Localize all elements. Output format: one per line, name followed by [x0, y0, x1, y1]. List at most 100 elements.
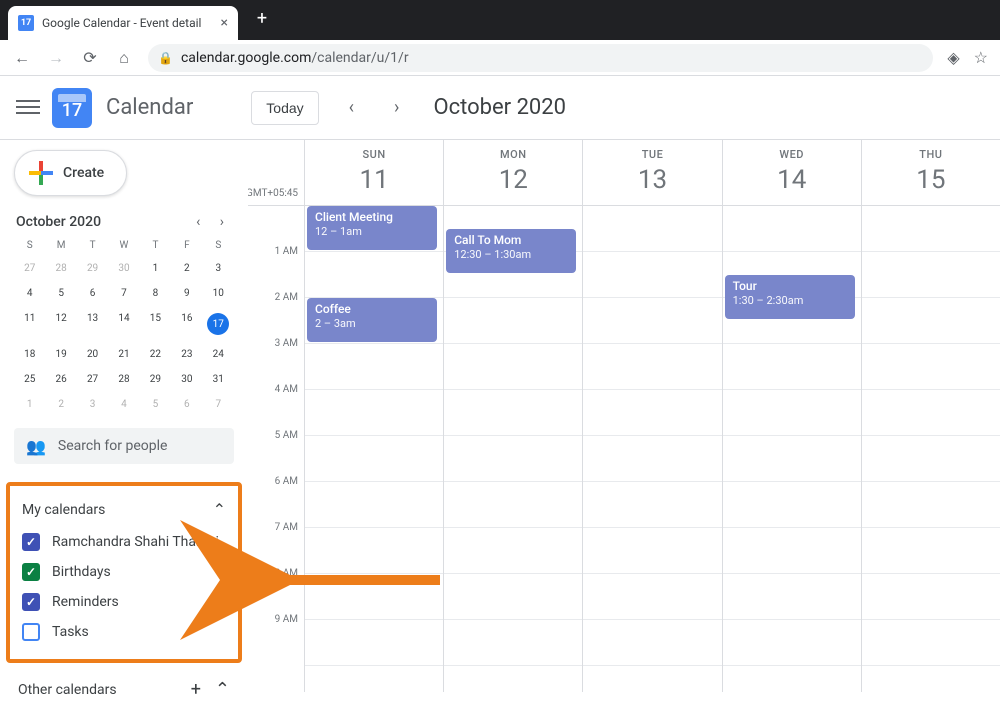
calendar-event[interactable]: Call To Mom12:30 – 1:30am: [446, 229, 576, 273]
day-header[interactable]: SUN11: [304, 140, 443, 205]
mini-day[interactable]: 29: [140, 368, 171, 391]
calendar-checkbox[interactable]: [22, 593, 40, 611]
mini-next-icon[interactable]: ›: [212, 210, 232, 234]
day-header[interactable]: THU15: [861, 140, 1000, 205]
search-people-input[interactable]: 👥 Search for people: [14, 428, 234, 464]
mini-day[interactable]: 5: [45, 282, 76, 305]
mini-day[interactable]: 8: [140, 282, 171, 305]
star-icon[interactable]: ☆: [974, 48, 988, 67]
day-number: 12: [444, 165, 582, 195]
new-tab-button[interactable]: +: [248, 4, 276, 32]
mini-day[interactable]: 15: [140, 307, 171, 341]
calendar-item[interactable]: Reminders: [18, 587, 230, 617]
mini-calendar-title: October 2020: [16, 214, 101, 230]
calendar-checkbox[interactable]: [22, 563, 40, 581]
mini-day[interactable]: 17: [203, 307, 234, 341]
hour-label: 5 AM: [248, 430, 304, 476]
mini-day[interactable]: 21: [108, 343, 139, 366]
mini-day[interactable]: 30: [171, 368, 202, 391]
day-column[interactable]: Call To Mom12:30 – 1:30am: [443, 206, 582, 692]
mini-day[interactable]: 18: [14, 343, 45, 366]
mini-day[interactable]: 2: [45, 393, 76, 416]
mini-day[interactable]: 14: [108, 307, 139, 341]
mini-day[interactable]: 25: [14, 368, 45, 391]
day-column[interactable]: Client Meeting12 – 1am Coffee2 – 3am: [304, 206, 443, 692]
mini-dow: W: [108, 236, 139, 255]
mini-day[interactable]: 7: [108, 282, 139, 305]
my-calendars-toggle[interactable]: My calendars ⌃: [18, 496, 230, 527]
mini-day[interactable]: 4: [108, 393, 139, 416]
day-number: 14: [723, 165, 861, 195]
today-button[interactable]: Today: [251, 91, 318, 125]
day-column[interactable]: [582, 206, 721, 692]
mini-day[interactable]: 6: [171, 393, 202, 416]
reload-icon[interactable]: ⟳: [80, 48, 100, 67]
mini-day[interactable]: 5: [140, 393, 171, 416]
mini-day[interactable]: 10: [203, 282, 234, 305]
mini-dow: S: [14, 236, 45, 255]
mini-day[interactable]: 19: [45, 343, 76, 366]
hour-label: 6 AM: [248, 476, 304, 522]
calendar-event[interactable]: Tour1:30 – 2:30am: [725, 275, 855, 319]
hour-label: 2 AM: [248, 292, 304, 338]
mini-day[interactable]: 23: [171, 343, 202, 366]
mini-day[interactable]: 12: [45, 307, 76, 341]
mini-day[interactable]: 3: [77, 393, 108, 416]
chevron-up-icon[interactable]: ⌃: [215, 679, 230, 700]
hour-label: 4 AM: [248, 384, 304, 430]
create-button[interactable]: Create: [14, 150, 127, 196]
mini-day[interactable]: 28: [108, 368, 139, 391]
calendar-item[interactable]: Ramchandra Shahi Thakuri: [18, 527, 230, 557]
event-time: 12:30 – 1:30am: [454, 248, 568, 261]
close-icon[interactable]: ×: [221, 15, 228, 31]
mini-day[interactable]: 13: [77, 307, 108, 341]
mini-calendar[interactable]: SMTWTFS272829301234567891011121314151617…: [14, 236, 234, 416]
mini-day[interactable]: 2: [171, 257, 202, 280]
mini-day[interactable]: 3: [203, 257, 234, 280]
mini-day[interactable]: 28: [45, 257, 76, 280]
day-column[interactable]: [861, 206, 1000, 692]
mini-day[interactable]: 29: [77, 257, 108, 280]
extension-icon[interactable]: ◈: [947, 48, 959, 67]
mini-dow: T: [77, 236, 108, 255]
calendar-event[interactable]: Client Meeting12 – 1am: [307, 206, 437, 250]
calendar-checkbox[interactable]: [22, 533, 40, 551]
forward-icon[interactable]: →: [46, 48, 66, 68]
prev-period-icon[interactable]: ‹: [339, 91, 364, 124]
home-icon[interactable]: ⌂: [114, 48, 134, 68]
add-calendar-icon[interactable]: +: [191, 679, 201, 700]
mini-day[interactable]: 26: [45, 368, 76, 391]
mini-day[interactable]: 30: [108, 257, 139, 280]
plus-icon: [29, 161, 53, 185]
address-bar[interactable]: 🔒 calendar.google.com/calendar/u/1/r: [148, 44, 933, 72]
mini-day[interactable]: 27: [14, 257, 45, 280]
calendar-label: Birthdays: [52, 564, 111, 580]
day-column[interactable]: Tour1:30 – 2:30am: [722, 206, 861, 692]
mini-day[interactable]: 20: [77, 343, 108, 366]
back-icon[interactable]: ←: [12, 48, 32, 68]
calendar-item[interactable]: Birthdays: [18, 557, 230, 587]
day-header[interactable]: WED14: [722, 140, 861, 205]
mini-day[interactable]: 9: [171, 282, 202, 305]
mini-day[interactable]: 24: [203, 343, 234, 366]
search-placeholder: Search for people: [58, 438, 168, 454]
calendar-item[interactable]: Tasks: [18, 617, 230, 647]
day-header[interactable]: MON12: [443, 140, 582, 205]
mini-day[interactable]: 7: [203, 393, 234, 416]
menu-icon[interactable]: [16, 96, 40, 120]
mini-day[interactable]: 27: [77, 368, 108, 391]
mini-day[interactable]: 11: [14, 307, 45, 341]
next-period-icon[interactable]: ›: [384, 91, 409, 124]
mini-day[interactable]: 31: [203, 368, 234, 391]
calendar-event[interactable]: Coffee2 – 3am: [307, 298, 437, 342]
mini-day[interactable]: 6: [77, 282, 108, 305]
calendar-checkbox[interactable]: [22, 623, 40, 641]
mini-day[interactable]: 16: [171, 307, 202, 341]
mini-day[interactable]: 4: [14, 282, 45, 305]
mini-prev-icon[interactable]: ‹: [188, 210, 208, 234]
mini-day[interactable]: 1: [14, 393, 45, 416]
mini-day[interactable]: 1: [140, 257, 171, 280]
browser-tab[interactable]: 17 Google Calendar - Event detail ×: [8, 6, 238, 40]
mini-day[interactable]: 22: [140, 343, 171, 366]
day-header[interactable]: TUE13: [582, 140, 721, 205]
